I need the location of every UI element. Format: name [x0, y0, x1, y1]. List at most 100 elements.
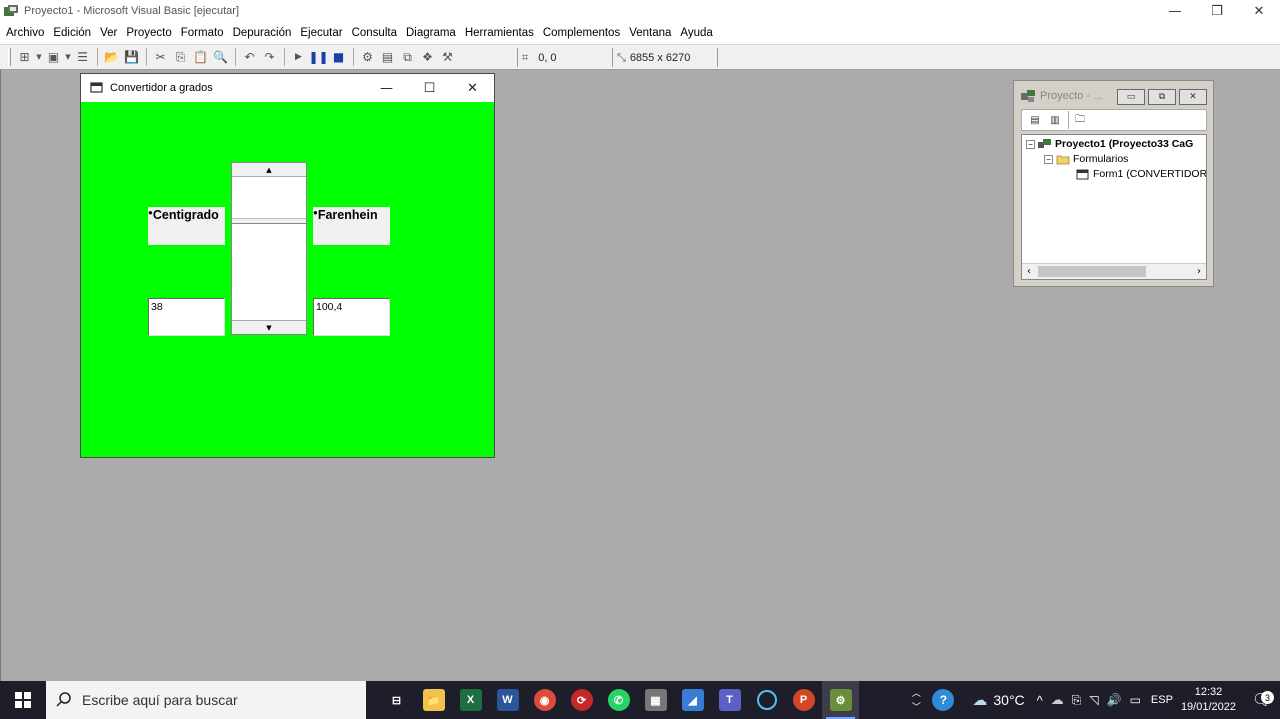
- taskbar-clock[interactable]: 12:32 19/01/2022: [1181, 685, 1236, 715]
- tree-horizontal-scrollbar[interactable]: ‹ ›: [1022, 263, 1206, 279]
- taskbar-chrome[interactable]: ◉: [526, 681, 563, 719]
- tree-node-project[interactable]: − Proyecto1 (Proyecto33 CaG: [1026, 138, 1193, 150]
- minimize-button[interactable]: —: [1154, 0, 1196, 22]
- properties-icon[interactable]: ▤: [378, 48, 397, 67]
- pe-minimize-button[interactable]: ▭: [1117, 89, 1145, 105]
- menu-depuracion[interactable]: Depuración: [233, 27, 292, 39]
- usb-icon[interactable]: ⎘: [1072, 693, 1082, 708]
- taskbar-search-box[interactable]: Escribe aquí para buscar: [46, 681, 366, 719]
- project-explorer-icon[interactable]: ⚙: [358, 48, 377, 67]
- menu-complementos[interactable]: Complementos: [543, 27, 620, 39]
- project-explorer-titlebar[interactable]: Proyecto - ... ▭ ⧉ ✕: [1014, 81, 1213, 111]
- battery-icon[interactable]: ▭: [1130, 693, 1141, 707]
- dropdown-arrow-icon[interactable]: ▼: [64, 48, 72, 67]
- paste-icon[interactable]: 📋: [191, 48, 210, 67]
- copy-icon[interactable]: ⎘: [171, 48, 190, 67]
- temperature-scrollbar[interactable]: ▲ ▼: [231, 162, 307, 335]
- menu-formato[interactable]: Formato: [181, 27, 224, 39]
- menu-ver[interactable]: Ver: [100, 27, 117, 39]
- windows-taskbar: Escribe aquí para buscar ⊟ 📁 X W ◉ ⟳ ✆ ▦…: [0, 681, 1280, 719]
- form-minimize-button[interactable]: —: [365, 74, 408, 102]
- menu-edicion[interactable]: Edición: [53, 27, 91, 39]
- menu-archivo[interactable]: Archivo: [6, 27, 44, 39]
- menu-herramientas[interactable]: Herramientas: [465, 27, 534, 39]
- open-folder-icon[interactable]: 📂: [102, 48, 121, 67]
- menu-ventana[interactable]: Ventana: [629, 27, 671, 39]
- help-icon[interactable]: ?: [926, 689, 960, 711]
- search-placeholder: Escribe aquí para buscar: [82, 692, 238, 708]
- scroll-left-icon[interactable]: ‹: [1022, 264, 1036, 279]
- add-project-icon[interactable]: ⊞: [15, 48, 34, 67]
- restore-button[interactable]: ❐: [1196, 0, 1238, 22]
- taskbar-task-view[interactable]: ⊟: [378, 681, 415, 719]
- view-object-icon[interactable]: ▥: [1046, 112, 1064, 128]
- taskbar-word[interactable]: W: [489, 681, 526, 719]
- project-icon: [1038, 138, 1051, 148]
- view-code-icon[interactable]: ▤: [1026, 112, 1044, 128]
- centigrado-textbox[interactable]: 38: [148, 298, 225, 336]
- toolbar-separator: [353, 48, 354, 66]
- tray-overflow-icon[interactable]: ^: [1037, 693, 1043, 708]
- taskbar-file-explorer[interactable]: 📁: [415, 681, 452, 719]
- scroll-down-icon[interactable]: ▼: [232, 320, 306, 334]
- network-icon[interactable]: ◹: [1089, 693, 1098, 707]
- form-close-button[interactable]: ✕: [451, 74, 494, 102]
- tree-node-formularios[interactable]: − Formularios: [1044, 153, 1128, 165]
- find-icon[interactable]: 🔍: [211, 48, 230, 67]
- toggle-folders-icon[interactable]: 🗀: [1071, 112, 1089, 128]
- menu-proyecto[interactable]: Proyecto: [126, 27, 171, 39]
- onedrive-icon[interactable]: ☁: [1051, 692, 1064, 708]
- cut-icon[interactable]: ✂: [151, 48, 170, 67]
- start-button[interactable]: [0, 681, 46, 719]
- taskbar-excel[interactable]: X: [452, 681, 489, 719]
- centigrado-label: ●Centigrado: [148, 207, 225, 245]
- scroll-thumb[interactable]: [232, 218, 306, 224]
- taskbar-teams[interactable]: T: [711, 681, 748, 719]
- form-layout-icon[interactable]: ⧉: [398, 48, 417, 67]
- taskbar-powerpoint[interactable]: P: [785, 681, 822, 719]
- form-maximize-button[interactable]: ☐: [408, 74, 451, 102]
- weather-widget[interactable]: ☁ 30°C: [972, 691, 1024, 709]
- menu-ayuda[interactable]: Ayuda: [680, 27, 712, 39]
- search-icon: [56, 692, 71, 707]
- pe-close-button[interactable]: ✕: [1179, 89, 1207, 105]
- tray-expand[interactable]: ︿ ﹀: [906, 686, 926, 714]
- taskbar-whatsapp[interactable]: ✆: [600, 681, 637, 719]
- add-form-icon[interactable]: ▣: [44, 48, 63, 67]
- tree-scroll-thumb[interactable]: [1038, 266, 1146, 277]
- object-browser-icon[interactable]: ❖: [418, 48, 437, 67]
- scroll-up-icon[interactable]: ▲: [232, 163, 306, 177]
- tree-node-form1[interactable]: Form1 (CONVERTIDOR A: [1076, 168, 1206, 180]
- menu-editor-icon[interactable]: ☰: [73, 48, 92, 67]
- volume-icon[interactable]: 🔊: [1107, 693, 1122, 707]
- redo-icon[interactable]: ↷: [260, 48, 279, 67]
- close-button[interactable]: ✕: [1238, 0, 1280, 22]
- toolbar-grip[interactable]: [8, 48, 11, 66]
- stop-icon[interactable]: ■: [329, 48, 348, 67]
- pe-restore-button[interactable]: ⧉: [1148, 89, 1176, 105]
- farenhein-textbox[interactable]: 100,4: [313, 298, 390, 336]
- dropdown-arrow-icon[interactable]: ▼: [35, 48, 43, 67]
- taskbar-vb6[interactable]: ⚙: [822, 681, 859, 719]
- menu-ejecutar[interactable]: Ejecutar: [300, 27, 342, 39]
- form-titlebar[interactable]: Convertidor a grados — ☐ ✕: [81, 74, 494, 102]
- language-indicator[interactable]: ESP: [1151, 694, 1173, 706]
- taskbar-app-gray[interactable]: ▦: [637, 681, 674, 719]
- menu-diagrama[interactable]: Diagrama: [406, 27, 456, 39]
- menu-consulta[interactable]: Consulta: [352, 27, 397, 39]
- scroll-right-icon[interactable]: ›: [1192, 264, 1206, 279]
- undo-icon[interactable]: ↶: [240, 48, 259, 67]
- start-icon[interactable]: ▶: [289, 48, 308, 67]
- save-icon[interactable]: 💾: [122, 48, 141, 67]
- taskbar-app-red[interactable]: ⟳: [563, 681, 600, 719]
- vb-app-icon: [4, 5, 18, 16]
- collapse-icon[interactable]: −: [1044, 154, 1053, 164]
- notifications-button[interactable]: 🗨 3: [1244, 690, 1280, 710]
- taskbar-cortana[interactable]: [748, 681, 785, 719]
- position-readout: ⌗ 0, 0: [517, 48, 612, 67]
- word-icon: W: [496, 689, 519, 711]
- pause-icon[interactable]: ❚❚: [308, 48, 328, 67]
- taskbar-app-blue[interactable]: ◢: [674, 681, 711, 719]
- collapse-icon[interactable]: −: [1026, 139, 1035, 149]
- toolbox-icon[interactable]: ⚒: [438, 48, 457, 67]
